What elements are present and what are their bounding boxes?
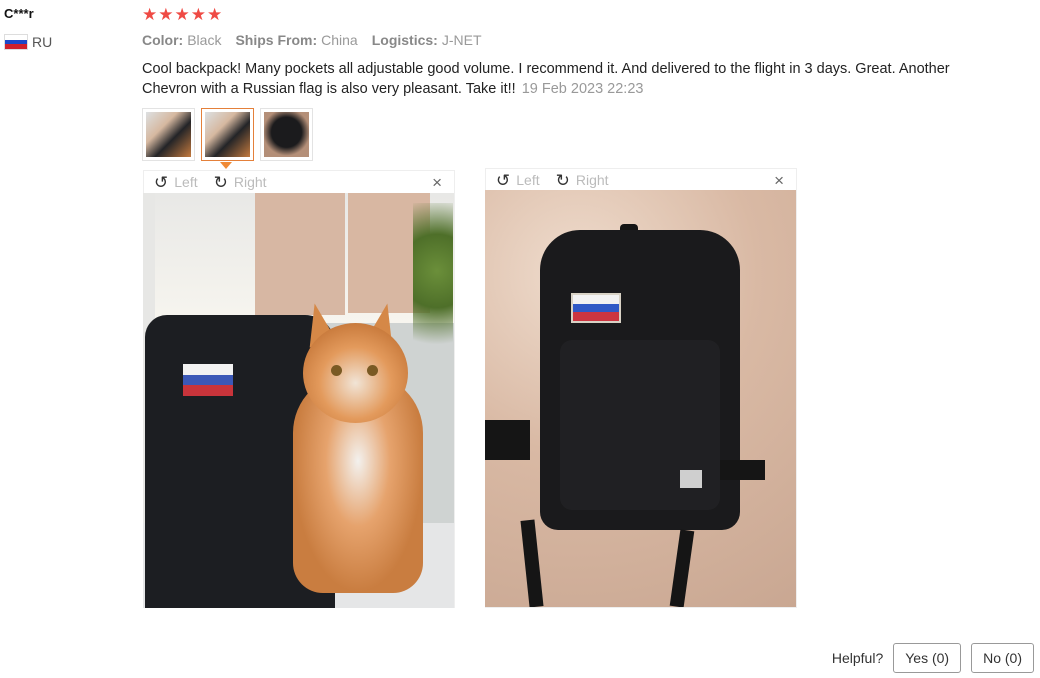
star-icon: ★ bbox=[158, 5, 174, 24]
thumbnail-1[interactable] bbox=[142, 108, 195, 161]
rotate-right-button[interactable]: Right bbox=[576, 172, 609, 188]
attr-logistics: Logistics: J-NET bbox=[371, 32, 482, 48]
rotate-right-button[interactable]: Right bbox=[234, 174, 267, 190]
close-icon[interactable]: × bbox=[432, 173, 442, 193]
rotate-left-button[interactable]: Left bbox=[174, 174, 197, 190]
rotate-right-icon[interactable]: ↻ bbox=[214, 174, 228, 191]
close-icon[interactable]: × bbox=[774, 171, 784, 191]
star-icon: ★ bbox=[174, 5, 190, 24]
russian-flag-patch bbox=[183, 364, 233, 396]
review-text: Cool backpack! Many pockets all adjustab… bbox=[142, 61, 950, 97]
helpful-no-button[interactable]: No (0) bbox=[971, 643, 1034, 673]
country-code: RU bbox=[32, 34, 53, 50]
russian-flag-patch bbox=[571, 293, 621, 323]
rotate-right-icon[interactable]: ↻ bbox=[556, 172, 570, 189]
viewer-toolbar: ↺ Left ↻ Right × bbox=[486, 169, 796, 191]
active-thumb-caret bbox=[220, 162, 232, 169]
star-icon: ★ bbox=[190, 5, 206, 24]
reviewer-country: RU bbox=[4, 34, 52, 50]
cat-image bbox=[283, 300, 433, 593]
review-photo-backpack bbox=[485, 190, 796, 607]
review-photo-cat-backpack bbox=[143, 193, 454, 608]
rotate-left-icon[interactable]: ↺ bbox=[496, 172, 510, 189]
star-icon: ★ bbox=[207, 5, 223, 24]
helpful-label: Helpful? bbox=[831, 650, 884, 666]
rating-stars: ★ ★ ★ ★ ★ bbox=[142, 5, 222, 25]
thumbnail-2[interactable] bbox=[201, 108, 254, 161]
helpful-section: Helpful? Yes (0) No (0) bbox=[832, 643, 1034, 673]
rotate-left-icon[interactable]: ↺ bbox=[154, 174, 168, 191]
russia-flag-icon bbox=[4, 34, 28, 50]
helpful-yes-button[interactable]: Yes (0) bbox=[893, 643, 962, 673]
rotate-left-button[interactable]: Left bbox=[516, 172, 539, 188]
attr-color: Color: Black bbox=[142, 32, 222, 48]
photo-thumbnails bbox=[142, 108, 313, 161]
attr-ships-from: Ships From: China bbox=[235, 32, 358, 48]
thumbnail-3[interactable] bbox=[260, 108, 313, 161]
star-icon: ★ bbox=[142, 5, 158, 24]
viewer-toolbar: ↺ Left ↻ Right × bbox=[144, 171, 454, 193]
reviewer-name: C***r bbox=[4, 6, 34, 21]
product-attributes: Color: Black Ships From: China Logistics: J… bbox=[142, 32, 482, 48]
review-date: 19 Feb 2023 22:23 bbox=[521, 81, 644, 97]
